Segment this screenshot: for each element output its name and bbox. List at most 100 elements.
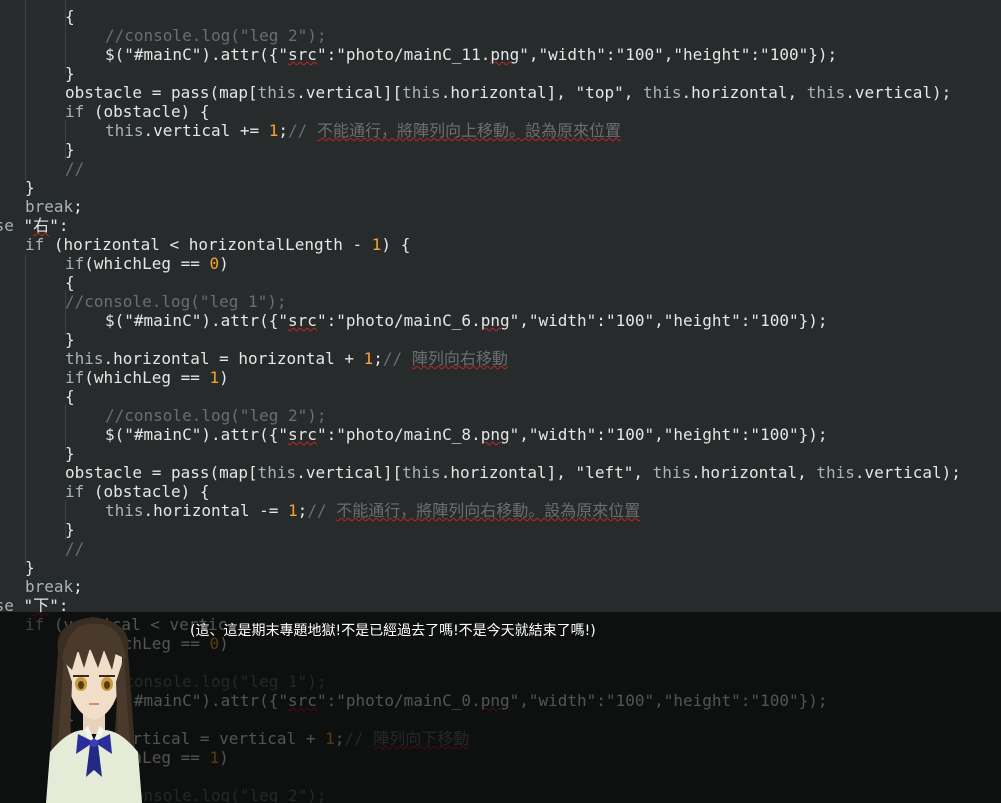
- code-line: break;: [25, 577, 83, 596]
- code-line: }: [25, 558, 35, 577]
- code-token: .vertical);: [854, 463, 961, 482]
- code-token: 1: [371, 235, 382, 254]
- code-token: png: [480, 311, 510, 330]
- code-token: //console.log("leg 2");: [105, 26, 327, 45]
- code-token: //: [65, 159, 85, 178]
- code-token: 陣列向右移動: [411, 349, 508, 368]
- code-line: obstacle = pass(map[this.vertical][this.…: [65, 83, 951, 102]
- indent-guide: [25, 255, 26, 565]
- code-token: $("#mainC").attr({": [105, 311, 289, 330]
- code-line: $("#mainC").attr({"src":"photo/mainC_8.p…: [105, 425, 828, 444]
- code-token: (obstacle) {: [84, 482, 210, 501]
- code-line: }: [65, 520, 75, 539]
- code-token: .vertical][: [296, 463, 403, 482]
- code-token: this: [816, 463, 855, 482]
- character-portrait: [46, 617, 142, 803]
- code-token: ) {: [381, 235, 411, 254]
- code-token: if: [65, 368, 85, 387]
- code-token: this: [652, 463, 692, 482]
- code-token: 1: [209, 368, 220, 387]
- code-token: //: [382, 349, 412, 368]
- code-token: }: [65, 444, 75, 463]
- code-token: ": [13, 216, 34, 235]
- code-token: this: [402, 463, 441, 482]
- code-line: break;: [25, 197, 83, 216]
- code-token: 0: [209, 254, 220, 273]
- code-token: ":: [49, 216, 69, 235]
- code-line: }: [65, 64, 75, 83]
- code-token: ","width":"100","height":"100"});: [509, 311, 828, 330]
- code-token: $("#mainC").attr({": [105, 425, 289, 444]
- code-token: ase: [0, 216, 14, 235]
- code-token: (whichLeg ==: [84, 254, 210, 273]
- code-line: $("#mainC").attr({"src":"photo/mainC_11.…: [105, 45, 837, 64]
- code-token: ;: [73, 577, 83, 596]
- code-token: (obstacle) {: [84, 102, 210, 121]
- code-token: }: [65, 520, 75, 539]
- code-token: {: [65, 387, 75, 406]
- code-token: if: [65, 102, 85, 121]
- indent-guide: [25, 0, 26, 180]
- code-token: .vertical][: [296, 83, 403, 102]
- code-line: //console.log("leg 2");: [105, 406, 327, 425]
- code-token: break: [25, 197, 74, 216]
- code-token: this: [65, 349, 104, 368]
- code-token: this: [257, 463, 297, 482]
- code-line: {: [65, 7, 75, 26]
- code-token: .vertical +=: [143, 121, 269, 140]
- code-token: if: [65, 482, 85, 501]
- code-line: //console.log("leg 1");: [65, 292, 287, 311]
- code-line: {: [65, 387, 75, 406]
- code-token: 不能通行，將陣列向上移動。設為原來位置: [316, 121, 621, 140]
- code-token: .horizontal], "left",: [440, 463, 653, 482]
- code-line: //: [65, 539, 84, 558]
- code-token: this: [642, 83, 682, 102]
- code-token: 不能通行，將陣列向右移動。設為原來位置: [336, 501, 641, 520]
- code-line: }: [25, 178, 35, 197]
- code-line: if(whichLeg == 0): [65, 254, 229, 273]
- code-line: {: [65, 273, 75, 292]
- code-token: obstacle = pass(map[: [65, 463, 258, 482]
- code-token: ":"photo/mainC_11.: [316, 45, 491, 64]
- code-token: if: [25, 235, 45, 254]
- code-token: }: [65, 330, 75, 349]
- code-token: 1: [268, 121, 279, 140]
- code-token: 1: [288, 501, 298, 520]
- code-token: }: [65, 64, 75, 83]
- code-token: ":"photo/mainC_8.: [316, 425, 481, 444]
- code-line: //: [65, 159, 84, 178]
- code-token: src: [288, 45, 317, 64]
- code-token: ;: [278, 121, 289, 140]
- code-token: $("#mainC").attr({": [105, 45, 289, 64]
- code-token: 1: [363, 349, 374, 368]
- code-line: obstacle = pass(map[this.vertical][this.…: [65, 463, 961, 482]
- code-token: ":"photo/mainC_6.: [316, 311, 481, 330]
- code-token: break: [25, 577, 74, 596]
- code-token: ;: [373, 349, 383, 368]
- code-token: png: [490, 45, 520, 64]
- code-line: if(whichLeg == 1): [65, 368, 229, 387]
- code-token: .horizontal,: [681, 83, 807, 102]
- code-token: ;: [73, 197, 83, 216]
- code-token: this: [105, 501, 144, 520]
- code-token: .horizontal = horizontal +: [103, 349, 364, 368]
- code-line: }: [65, 444, 75, 463]
- code-line: this.horizontal = horizontal + 1;// 陣列向右…: [65, 349, 508, 368]
- code-token: ;: [297, 501, 308, 520]
- code-line: ase "右":: [0, 216, 68, 235]
- code-line: $("#mainC").attr({"src":"photo/mainC_6.p…: [105, 311, 828, 330]
- code-token: {: [65, 273, 75, 292]
- code-token: //: [307, 501, 337, 520]
- code-token: 右: [33, 216, 50, 235]
- code-token: ","width":"100","height":"100"});: [509, 425, 828, 444]
- code-token: //console.log("leg 2");: [105, 406, 327, 425]
- code-token: this: [257, 83, 297, 102]
- code-token: src: [288, 425, 317, 444]
- code-line: this.horizontal -= 1;// 不能通行，將陣列向右移動。設為原…: [105, 501, 640, 520]
- code-token: }: [65, 140, 75, 159]
- code-line: if (horizontal < horizontalLength - 1) {: [25, 235, 410, 254]
- code-token: this: [105, 121, 144, 140]
- code-line: }: [65, 140, 75, 159]
- code-token: //: [65, 539, 85, 558]
- code-token: //: [288, 121, 317, 140]
